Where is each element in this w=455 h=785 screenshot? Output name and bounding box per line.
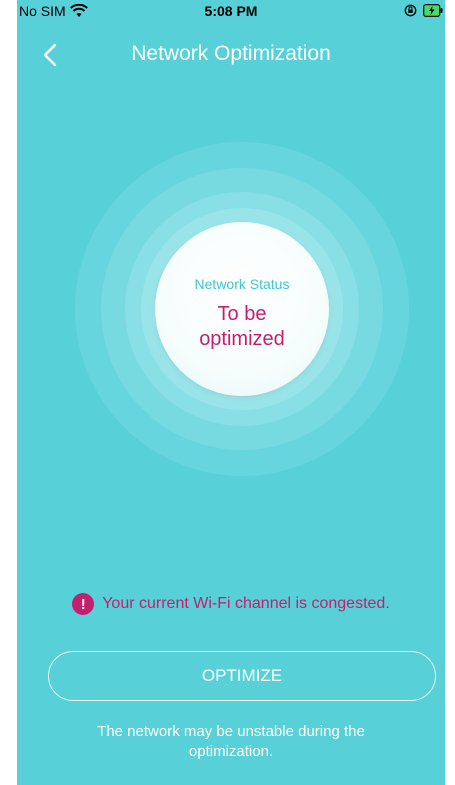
optimize-button-label: OPTIMIZE	[201, 666, 283, 685]
clock: 5:08 PM	[204, 3, 258, 19]
instability-note: The network may be unstable during the o…	[97, 723, 365, 760]
congestion-warning: ! Your current Wi-Fi channel is congeste…	[17, 593, 445, 615]
page-title: Network Optimization	[131, 42, 331, 65]
exclamation-icon: !	[72, 593, 95, 615]
network-status-circle: Network Status To be optimized	[155, 222, 329, 396]
status-bar: No SIM 5:08 PM	[17, 0, 445, 22]
status-icons	[404, 4, 443, 17]
network-status-graphic: Network Status To be optimized	[75, 142, 409, 476]
orientation-lock-icon	[404, 4, 417, 17]
app-screen: No SIM 5:08 PM Network Optimization Netw…	[17, 0, 445, 785]
battery-charging-icon	[423, 4, 443, 17]
warning-text: Your current Wi-Fi channel is congested.	[102, 595, 390, 612]
network-status-value: To be optimized	[199, 303, 285, 350]
network-status-label: Network Status	[194, 276, 290, 292]
optimize-button[interactable]: OPTIMIZE	[48, 651, 436, 701]
